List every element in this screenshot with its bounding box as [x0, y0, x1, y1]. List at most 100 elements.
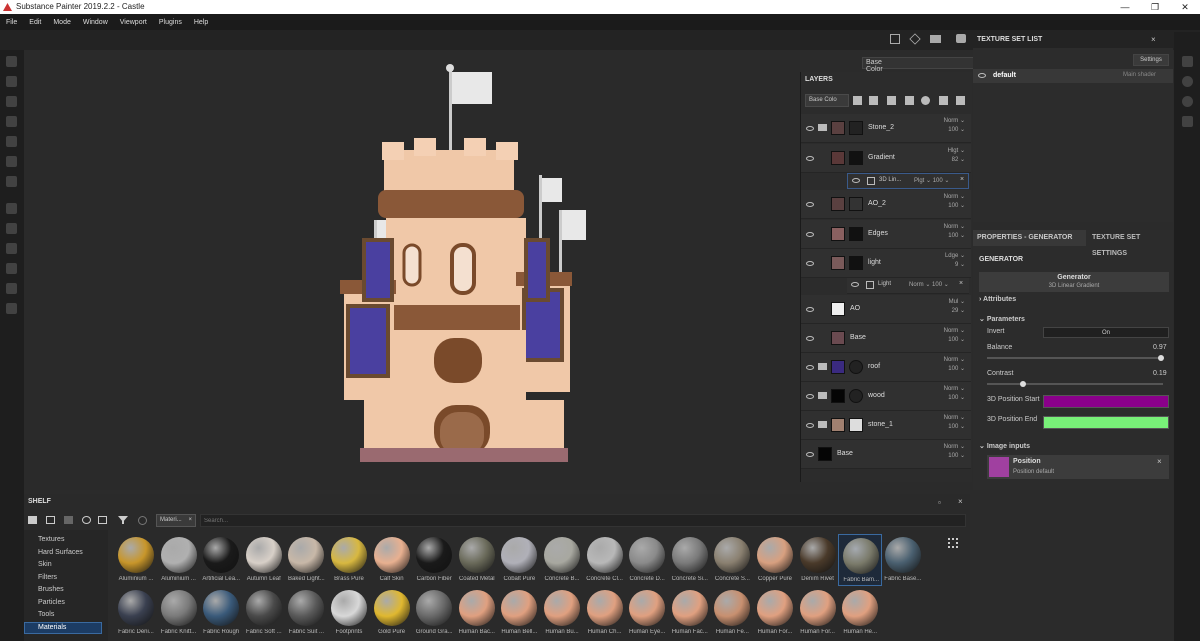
layer-blend[interactable]: Norm ⌄ 100 ⌄	[944, 385, 965, 403]
layer-blend[interactable]: Norm ⌄ 100 ⌄	[944, 117, 965, 135]
shader-select[interactable]: Main shader	[1123, 72, 1156, 78]
image-input-slot[interactable]: Position Position default ×	[987, 455, 1169, 479]
hide-icon[interactable]	[82, 516, 91, 524]
material-item[interactable]: Human Bu...	[540, 587, 584, 639]
minimize-button[interactable]: —	[1110, 0, 1140, 14]
menu-plugins[interactable]: Plugins	[153, 19, 188, 26]
visibility-eye-icon[interactable]	[851, 282, 859, 287]
material-item[interactable]: Autumn Leaf	[242, 534, 286, 586]
contrast-slider-handle[interactable]	[1020, 381, 1026, 387]
shelf-category-hard-surfaces[interactable]: Hard Surfaces	[38, 549, 83, 556]
material-item[interactable]: Human Bac...	[455, 587, 499, 639]
frame-icon[interactable]	[890, 34, 900, 44]
grid-view-icon[interactable]	[948, 538, 958, 548]
effect-blend[interactable]: Norm ⌄ 100 ⌄	[909, 281, 949, 288]
layer-blend[interactable]: Norm ⌄ 100 ⌄	[944, 414, 965, 432]
shelf-category-filters[interactable]: Filters	[38, 574, 57, 581]
menu-mode[interactable]: Mode	[47, 19, 77, 26]
material-item[interactable]: Human He...	[838, 587, 882, 639]
close-window-button[interactable]: ✕	[1170, 0, 1200, 14]
texture-set-icon[interactable]	[1182, 56, 1193, 67]
effect-close-icon[interactable]: ×	[959, 280, 963, 287]
effect-row[interactable]: 3D Lin... Plgt ⌄ 100 ⌄ ×	[847, 173, 969, 189]
visibility-eye-icon[interactable]	[978, 73, 986, 78]
material-item[interactable]: Human For...	[753, 587, 797, 639]
layer-blend[interactable]: Norm ⌄ 100 ⌄	[944, 223, 965, 241]
effect-row[interactable]: Light Norm ⌄ 100 ⌄ ×	[847, 278, 969, 294]
material-item[interactable]: Brass Pure	[327, 534, 371, 586]
delete-layer-icon[interactable]	[956, 96, 965, 105]
effect-close-icon[interactable]: ×	[960, 176, 964, 183]
material-item[interactable]: Fabric Knitt...	[157, 587, 201, 639]
material-item[interactable]: Baked Light...	[284, 534, 328, 586]
layer-row[interactable]: roof Norm ⌄ 100 ⌄	[801, 353, 971, 382]
layer-blend[interactable]: Ldge ⌄ 9 ⌄	[945, 252, 965, 270]
shelf-category-skin[interactable]: Skin	[38, 561, 52, 568]
shelf-category-brushes[interactable]: Brushes	[38, 586, 64, 593]
material-item[interactable]: Fabric Deni...	[114, 587, 158, 639]
image-input-clear-icon[interactable]: ×	[1157, 457, 1162, 466]
material-item[interactable]: Concrete Cl...	[583, 534, 627, 586]
tab-texture-set-settings[interactable]: TEXTURE SET SETTINGS	[1088, 230, 1173, 257]
layer-blend[interactable]: Norm ⌄ 100 ⌄	[944, 443, 965, 461]
visibility-eye-icon[interactable]	[806, 394, 814, 399]
layer-row[interactable]: AO Mul ⌄ 29 ⌄	[801, 295, 971, 324]
material-item[interactable]: Fabric Soft ...	[242, 587, 286, 639]
filter-clear-icon[interactable]: ×	[188, 515, 192, 526]
camera-icon[interactable]	[930, 35, 941, 43]
history-icon[interactable]	[1182, 96, 1193, 107]
material-item[interactable]: Calf Skin	[370, 534, 414, 586]
layer-row[interactable]: AO_2 Norm ⌄ 100 ⌄	[801, 190, 971, 219]
visibility-eye-icon[interactable]	[806, 126, 814, 131]
layer-row[interactable]: light Ldge ⌄ 9 ⌄	[801, 249, 971, 278]
3d-viewport[interactable]: Base Color	[24, 50, 990, 490]
material-item[interactable]: Carbon Fiber	[412, 534, 456, 586]
cube-icon[interactable]	[909, 33, 921, 45]
shelf-category-particles[interactable]: Particles	[38, 599, 65, 606]
visibility-eye-icon[interactable]	[806, 452, 814, 457]
shelf-category-textures[interactable]: Textures	[38, 536, 64, 543]
screenshot-icon[interactable]	[956, 34, 966, 43]
menu-viewport[interactable]: Viewport	[114, 19, 153, 26]
position-end-color[interactable]	[1043, 416, 1169, 429]
invert-toggle[interactable]: On	[1043, 327, 1169, 338]
visibility-eye-icon[interactable]	[806, 307, 814, 312]
layer-blend[interactable]: Norm ⌄ 100 ⌄	[944, 356, 965, 374]
layer-row[interactable]: Base Norm ⌄ 100 ⌄	[801, 324, 971, 353]
save-icon[interactable]	[64, 516, 73, 524]
menu-file[interactable]: File	[0, 19, 23, 26]
filter-icon[interactable]	[118, 516, 128, 524]
material-item[interactable]: Copper Pure	[753, 534, 797, 586]
shelf-category-tools[interactable]: Tools	[38, 611, 54, 618]
add-fill-layer-icon[interactable]	[887, 96, 896, 105]
material-item[interactable]: Human Fe...	[710, 587, 754, 639]
material-item[interactable]: Cobalt Pure	[497, 534, 541, 586]
effect-blend[interactable]: Plgt ⌄ 100 ⌄	[914, 177, 949, 184]
balance-slider-handle[interactable]	[1158, 355, 1164, 361]
clone-icon[interactable]	[6, 156, 17, 167]
visibility-eye-icon[interactable]	[806, 336, 814, 341]
material-item[interactable]: Human Eye...	[625, 587, 669, 639]
visibility-eye-icon[interactable]	[806, 202, 814, 207]
texture-set-row[interactable]: default Main shader	[973, 69, 1173, 83]
material-item[interactable]: Aluminium ...	[114, 534, 158, 586]
paint-brush-icon[interactable]	[6, 56, 17, 67]
visibility-eye-icon[interactable]	[806, 423, 814, 428]
add-mask-icon[interactable]	[869, 96, 878, 105]
attributes-header[interactable]: › Attributes	[979, 296, 1016, 303]
layer-blend[interactable]: Hlgt ⌄ 82 ⌄	[948, 147, 965, 165]
material-item[interactable]: Denim Rivet	[796, 534, 840, 586]
shelf-category-materials[interactable]: Materials	[38, 624, 66, 631]
projection-icon[interactable]	[6, 96, 17, 107]
viewer-settings-icon[interactable]	[1182, 116, 1193, 127]
display-settings-icon[interactable]	[1182, 76, 1193, 87]
parameters-header[interactable]: ⌄ Parameters	[979, 315, 1025, 323]
add-folder-icon[interactable]	[921, 96, 930, 105]
layer-row[interactable]: Gradient Hlgt ⌄ 82 ⌄	[801, 144, 971, 173]
sync-icon[interactable]	[138, 516, 147, 525]
shelf-search-input[interactable]	[200, 514, 966, 527]
material-item[interactable]: Gold Pure	[370, 587, 414, 639]
maximize-button[interactable]: ❐	[1140, 0, 1170, 14]
polygon-fill-icon[interactable]	[6, 116, 17, 127]
material-item[interactable]: Human Bell...	[497, 587, 541, 639]
